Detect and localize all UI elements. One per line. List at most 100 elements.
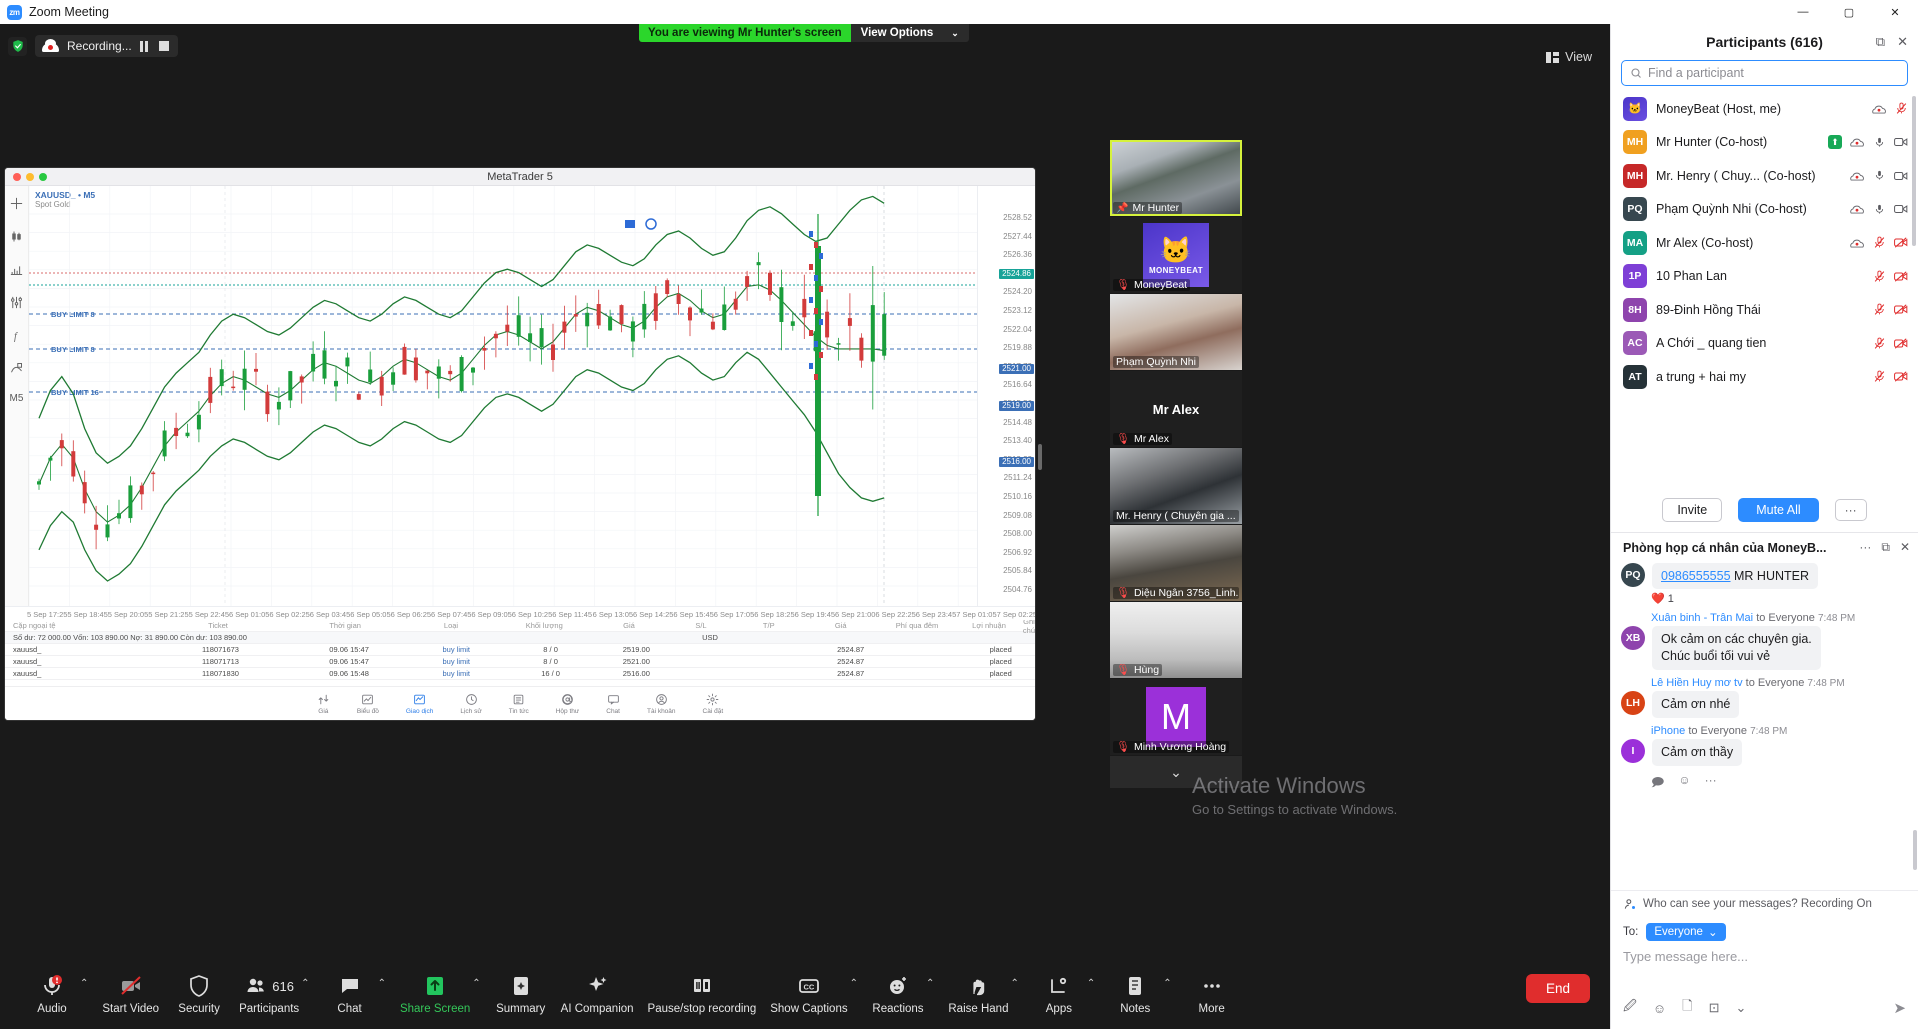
video-off-icon[interactable] — [1894, 236, 1908, 250]
end-meeting-button[interactable]: End — [1526, 974, 1590, 1003]
mt5-tab-news[interactable]: Tin tức — [509, 693, 529, 715]
video-thumbnail[interactable]: Mr Alex🎙Mr Alex — [1110, 371, 1242, 447]
participant-row[interactable]: 1P10 Phan Lan — [1611, 260, 1918, 294]
toolbar-reactions[interactable]: Reactions — [872, 967, 924, 1015]
mic-on-icon[interactable] — [1872, 135, 1886, 149]
participant-row[interactable]: MAMr Alex (Co-host) — [1611, 226, 1918, 260]
mt5-tab-bar[interactable]: GiáBiểu đồGiao dịchLịch sửTin tứcHộp thư… — [5, 686, 1035, 720]
video-thumbnail[interactable]: M🎙Minh Vương Hoàng — [1110, 679, 1242, 755]
chat-messages[interactable]: PQ 0986555555 MR HUNTER ❤️ 1 Xuân binh -… — [1611, 563, 1918, 890]
reply-icon[interactable]: 🗩 — [1651, 773, 1664, 794]
table-row[interactable]: xauusd_11807167309.06 15:47buy limit8 / … — [5, 644, 1035, 656]
emoji-icon[interactable]: ☺ — [1653, 1001, 1666, 1016]
minimize-button[interactable]: — — [1780, 0, 1826, 24]
objects-icon[interactable] — [9, 360, 25, 376]
toolbar-show-captions[interactable]: CC Show Captions — [770, 967, 847, 1015]
search-participant-box[interactable]: Find a participant — [1621, 60, 1908, 86]
toolbar-participants[interactable]: 616 Participants — [239, 967, 299, 1015]
participant-row[interactable]: MHMr Hunter (Co-host) ⬆ — [1611, 126, 1918, 160]
toolbar-pause-stop-recording[interactable]: Pause/stop recording — [648, 967, 757, 1015]
video-on-icon[interactable] — [1894, 135, 1908, 149]
chevron-down-icon[interactable]: ⌄ — [1736, 1000, 1747, 1016]
shared-screen-metatrader[interactable]: MetaTrader 5 f M5 XAUUSD_ • M5 Spot Gold… — [5, 168, 1035, 720]
indicator-icon[interactable] — [9, 261, 25, 277]
popout-icon[interactable]: ⧉ — [1876, 34, 1885, 50]
chevron-up-icon[interactable]: ⌃ — [1163, 978, 1171, 1015]
video-thumbnail[interactable]: 📌Mr Hunter — [1110, 140, 1242, 216]
view-options-button[interactable]: View Options ⌄ — [851, 24, 969, 42]
maximize-button[interactable]: ▢ — [1826, 0, 1872, 24]
video-on-icon[interactable] — [1894, 169, 1908, 183]
toolbar-security[interactable]: Security — [173, 967, 225, 1015]
send-icon[interactable]: ➤ — [1893, 999, 1906, 1017]
mic-on-icon[interactable] — [1872, 202, 1886, 216]
close-icon[interactable]: ✕ — [1897, 34, 1908, 50]
video-off-icon[interactable] — [1894, 269, 1908, 283]
toolbar-summary[interactable]: Summary — [495, 967, 547, 1015]
message-hover-tools[interactable]: 🗩 ☺ ··· — [1651, 773, 1908, 794]
pause-recording-icon[interactable] — [140, 41, 151, 52]
table-row[interactable]: xauusd_11807171309.06 15:47buy limit8 / … — [5, 656, 1035, 668]
participant-row[interactable]: PQPhạm Quỳnh Nhi (Co-host) — [1611, 193, 1918, 227]
mt5-tab-trade[interactable]: Giao dịch — [406, 693, 433, 715]
file-icon[interactable]: 🗋 — [1682, 997, 1692, 1019]
mic-off-icon[interactable] — [1872, 269, 1886, 283]
chevron-up-icon[interactable]: ⌃ — [378, 978, 386, 1015]
participants-more-button[interactable]: ··· — [1835, 499, 1867, 521]
participant-row[interactable]: ACA Chới _ quang tien — [1611, 327, 1918, 361]
chevron-up-icon[interactable]: ⌃ — [472, 978, 480, 1015]
chat-close-icon[interactable]: ✕ — [1900, 540, 1910, 555]
chevron-up-icon[interactable]: ⌃ — [1087, 978, 1095, 1015]
mt5-tab-chat[interactable]: Chat — [606, 693, 620, 715]
mt5-tab-account[interactable]: Tài khoản — [647, 693, 676, 715]
search-input[interactable]: Find a participant — [1648, 66, 1744, 80]
chat-message-input[interactable]: Type message here... — [1611, 947, 1918, 993]
chat-message[interactable]: Lê Hiền Huy mơ tv to Everyone 7:48 PM LH… — [1621, 677, 1908, 718]
recipient-dropdown[interactable]: Everyone ⌄ — [1646, 923, 1725, 941]
mt5-tab-chart[interactable]: Biểu đồ — [357, 693, 379, 715]
video-thumbnail[interactable]: 🎙Diệu Ngân 3756_Linh... — [1110, 525, 1242, 601]
screenshot-icon[interactable]: ⊡ — [1709, 1000, 1720, 1016]
function-icon[interactable]: f — [9, 327, 25, 343]
view-layout-button[interactable]: View — [1546, 50, 1592, 64]
chevron-up-icon[interactable]: ⌃ — [926, 978, 934, 1015]
mt5-tab-mailbox[interactable]: Hộp thư — [556, 693, 580, 715]
chat-scrollbar[interactable] — [1913, 830, 1917, 870]
participant-row[interactable]: ATa trung + hai my — [1611, 360, 1918, 394]
more-icon[interactable]: ··· — [1705, 773, 1717, 794]
toolbar-notes[interactable]: Notes — [1109, 967, 1161, 1015]
participants-list[interactable]: 🐱MoneyBeat (Host, me) MHMr Hunter (Co-ho… — [1611, 92, 1918, 490]
video-on-icon[interactable] — [1894, 202, 1908, 216]
mic-off-icon[interactable] — [1872, 336, 1886, 350]
invite-button[interactable]: Invite — [1662, 498, 1722, 522]
video-thumbnail[interactable]: Mr. Henry ( Chuyên gia ... — [1110, 448, 1242, 524]
toolbar-chat[interactable]: Chat — [324, 967, 376, 1015]
video-thumbnail[interactable]: 🐱 MONEYBEAT 🎙MoneyBeat — [1110, 217, 1242, 293]
message-link[interactable]: 0986555555 — [1661, 569, 1731, 583]
emoji-icon[interactable]: ☺ — [1678, 773, 1690, 794]
mt5-tab-settings[interactable]: Cài đặt — [703, 693, 724, 715]
mic-off-icon[interactable] — [1872, 236, 1886, 250]
mt5-tab-history[interactable]: Lịch sử — [460, 693, 481, 715]
chat-message[interactable]: Xuân binh - Trân Mai to Everyone 7:48 PM… — [1621, 612, 1908, 670]
chevron-up-icon[interactable]: ⌃ — [301, 978, 309, 1015]
mic-off-icon[interactable] — [1872, 303, 1886, 317]
mute-all-button[interactable]: Mute All — [1738, 498, 1818, 522]
participant-row[interactable]: 🐱MoneyBeat (Host, me) — [1611, 92, 1918, 126]
mic-on-icon[interactable] — [1872, 169, 1886, 183]
chevron-up-icon[interactable]: ⌃ — [850, 978, 858, 1015]
timeframe-label[interactable]: M5 — [10, 393, 24, 404]
chat-popout-icon[interactable]: ⧉ — [1881, 540, 1890, 555]
format-icon[interactable]: 🖉 — [1623, 997, 1637, 1019]
participants-scrollbar[interactable] — [1912, 96, 1916, 246]
close-button[interactable]: ✕ — [1872, 0, 1918, 24]
toolbar-ai-companion[interactable]: AI Companion — [561, 967, 634, 1015]
mic-off-icon[interactable] — [1894, 102, 1908, 116]
share-scrollbar[interactable] — [1038, 444, 1042, 470]
video-thumbnail[interactable]: 🎙Hùng — [1110, 602, 1242, 678]
video-off-icon[interactable] — [1894, 336, 1908, 350]
meeting-toolbar[interactable]: Audio⌃ Start Video Security 616 Particip… — [0, 953, 1610, 1029]
filmstrip-scroll-down-button[interactable]: ⌄ — [1110, 756, 1242, 788]
toolbar-raise-hand[interactable]: Raise Hand — [948, 967, 1008, 1015]
message-reaction[interactable]: ❤️ 1 — [1651, 592, 1908, 605]
